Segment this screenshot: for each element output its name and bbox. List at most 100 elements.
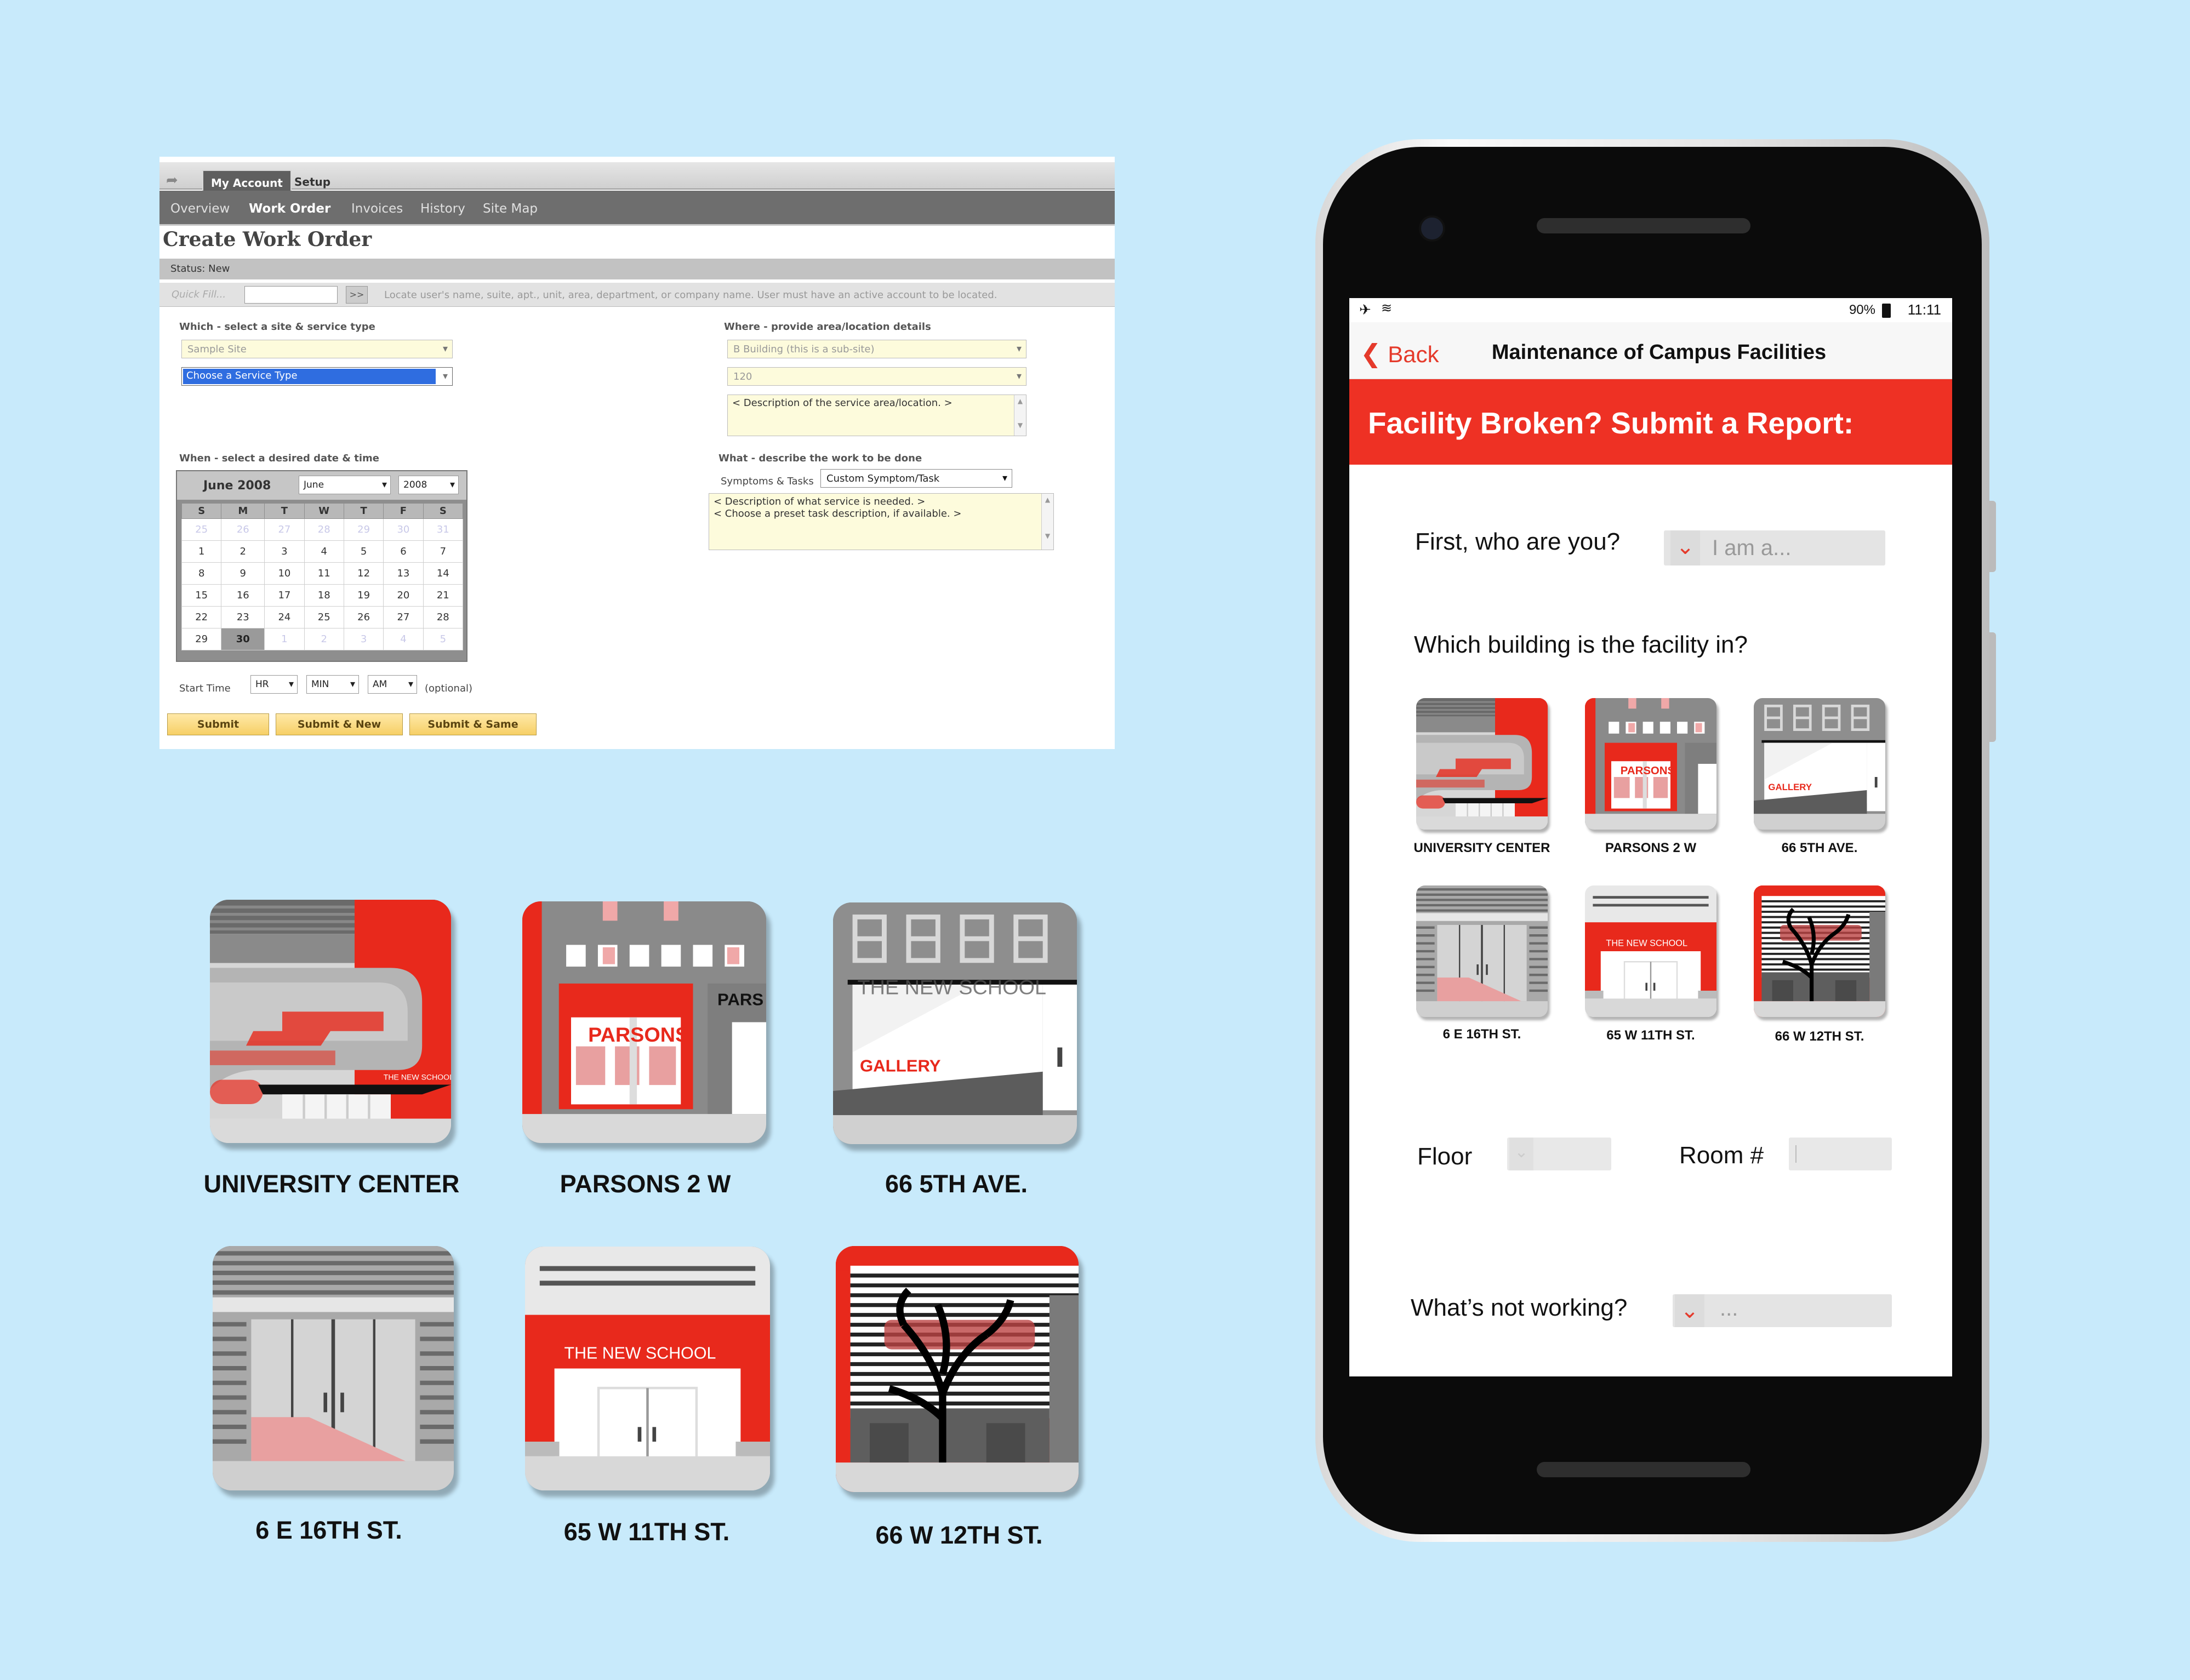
where-section-label: Where - provide area/location details [724, 321, 931, 333]
building-option-66-w-12th-st[interactable] [1754, 885, 1885, 1017]
building-option-66-5th-ave[interactable]: GALLERY [1754, 698, 1885, 830]
front-camera [1419, 215, 1445, 242]
calendar-day[interactable]: 13 [383, 562, 424, 585]
calendar-day[interactable]: 29 [181, 628, 222, 650]
calendar-day[interactable]: 12 [343, 562, 384, 585]
hour-select[interactable]: HR [250, 675, 298, 694]
floor-dropdown[interactable]: ⌄ [1507, 1138, 1611, 1170]
building-select[interactable]: B Building (this is a sub-site) [727, 340, 1026, 358]
nav-overview[interactable]: Overview [170, 202, 230, 216]
calendar-day[interactable]: 22 [181, 606, 222, 628]
calendar-day[interactable]: 23 [221, 606, 265, 628]
calendar-day-other-month[interactable]: 27 [264, 518, 305, 541]
66-w-12th-st-icon [836, 1246, 1079, 1492]
building-option-parsons-2w[interactable]: PARSONS [1585, 698, 1716, 830]
building-option-university-center[interactable] [1416, 698, 1548, 830]
calendar-day[interactable]: 10 [264, 562, 305, 585]
work-description-field[interactable]: < Description of what service is needed.… [709, 493, 1054, 550]
6-e-16th-st-icon [213, 1246, 454, 1490]
calendar-day-other-month[interactable]: 29 [343, 518, 384, 541]
volume-button [1989, 501, 1996, 572]
unit-select[interactable]: 120 [727, 367, 1026, 386]
work-order-screenshot: ➦ My Account Setup Overview Work Order I… [159, 157, 1115, 749]
calendar-day-other-month[interactable]: 4 [383, 628, 424, 650]
calendar-day[interactable]: 7 [423, 540, 464, 563]
calendar-day-other-month[interactable]: 28 [304, 518, 344, 541]
calendar-day-selected[interactable]: 30 [221, 628, 265, 650]
university-center-icon: THE NEW SCHOOL [210, 900, 451, 1143]
room-number-input[interactable] [1789, 1138, 1892, 1170]
calendar-weekday: W [304, 503, 344, 519]
calendar-day-other-month[interactable]: 1 [264, 628, 305, 650]
calendar-day[interactable]: 14 [423, 562, 464, 585]
calendar-day[interactable]: 1 [181, 540, 222, 563]
calendar-day[interactable]: 24 [264, 606, 305, 628]
calendar-day[interactable]: 11 [304, 562, 344, 585]
textarea-scrollbar[interactable]: ▲ ▼ [1041, 494, 1053, 550]
calendar-day-other-month[interactable]: 2 [304, 628, 344, 650]
nav-work-order[interactable]: Work Order [249, 202, 330, 216]
calendar-day-other-month[interactable]: 5 [423, 628, 464, 650]
submit-same-button[interactable]: Submit & Same [409, 713, 537, 735]
floor-label: Floor [1417, 1143, 1473, 1170]
calendar-day[interactable]: 4 [304, 540, 344, 563]
calendar-grid: SMTWTFS 25 26 27 28 29 30 31 1 2 3 4 5 6 7 8 9 10 11 12 13 1… [181, 503, 464, 650]
calendar-day-other-month[interactable]: 26 [221, 518, 265, 541]
calendar-day[interactable]: 21 [423, 584, 464, 607]
calendar-day[interactable]: 17 [264, 584, 305, 607]
who-dropdown[interactable]: ⌄ I am a... [1664, 530, 1885, 565]
location-description-field[interactable]: < Description of the service area/locati… [727, 395, 1026, 436]
quick-fill-button[interactable]: >> [346, 286, 368, 304]
ampm-select[interactable]: AM [368, 675, 417, 694]
calendar-weekday: F [383, 503, 424, 519]
calendar-day[interactable]: 3 [264, 540, 305, 563]
icon-label-6-e-16th-st: 6 E 16TH ST. [255, 1516, 402, 1544]
calendar-day[interactable]: 26 [343, 606, 384, 628]
power-button [1989, 632, 1996, 742]
calendar-day[interactable]: 28 [423, 606, 464, 628]
building-option-65-w-11th-st[interactable]: THE NEW SCHOOL [1585, 885, 1716, 1017]
calendar-day[interactable]: 19 [343, 584, 384, 607]
calendar-day[interactable]: 27 [383, 606, 424, 628]
site-select[interactable]: Sample Site [181, 340, 453, 358]
month-select[interactable]: June [299, 476, 391, 494]
issue-placeholder: ... [1720, 1296, 1738, 1321]
submit-button[interactable]: Submit [167, 713, 269, 735]
building-option-6-e-16th-st[interactable] [1416, 885, 1548, 1017]
service-type-select[interactable]: Choose a Service Type [181, 367, 453, 386]
symptom-select[interactable]: Custom Symptom/Task [820, 469, 1012, 488]
calendar-day-other-month[interactable]: 3 [343, 628, 384, 650]
calendar-day[interactable]: 25 [304, 606, 344, 628]
location-description-text: < Description of the service area/locati… [732, 397, 953, 409]
wifi-icon: ≋ [1381, 301, 1393, 316]
chevron-down-icon: ⌄ [1509, 1138, 1533, 1170]
calendar-day[interactable]: 18 [304, 584, 344, 607]
building-label-65-w-11th-st: 65 W 11TH ST. [1606, 1028, 1695, 1043]
calendar-title: June 2008 [203, 479, 271, 493]
issue-dropdown[interactable]: ⌄ ... [1673, 1294, 1892, 1327]
calendar-day[interactable]: 16 [221, 584, 265, 607]
parsons-sign: PARSONS [588, 1023, 689, 1046]
optional-note: (optional) [425, 683, 472, 694]
calendar-day[interactable]: 8 [181, 562, 222, 585]
quick-fill-input[interactable] [244, 286, 338, 304]
calendar-day[interactable]: 5 [343, 540, 384, 563]
minute-select[interactable]: MIN [306, 675, 359, 694]
submit-new-button[interactable]: Submit & New [276, 713, 403, 735]
work-description-line-1: < Description of what service is needed.… [714, 496, 926, 507]
textarea-scrollbar[interactable]: ▲ ▼ [1014, 395, 1026, 436]
calendar-day[interactable]: 6 [383, 540, 424, 563]
year-select[interactable]: 2008 [398, 476, 459, 494]
calendar-day-other-month[interactable]: 30 [383, 518, 424, 541]
calendar-day[interactable]: 9 [221, 562, 265, 585]
nav-site-map[interactable]: Site Map [483, 202, 538, 216]
calendar-day[interactable]: 2 [221, 540, 265, 563]
calendar-day[interactable]: 15 [181, 584, 222, 607]
nav-history[interactable]: History [420, 202, 465, 216]
new-school-sign: THE NEW SCHOOL [564, 1345, 716, 1363]
building-label-6-e-16th-st: 6 E 16TH ST. [1442, 1027, 1521, 1042]
calendar-day-other-month[interactable]: 31 [423, 518, 464, 541]
calendar-day-other-month[interactable]: 25 [181, 518, 222, 541]
nav-invoices[interactable]: Invoices [351, 202, 403, 216]
calendar-day[interactable]: 20 [383, 584, 424, 607]
